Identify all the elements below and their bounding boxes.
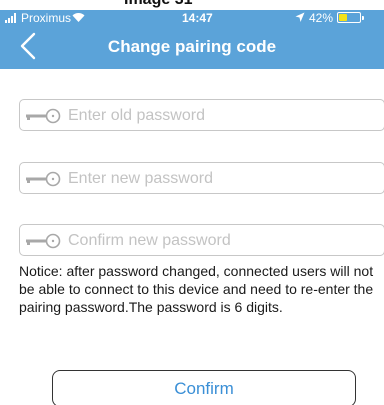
battery-percent: 42% [309, 11, 334, 25]
old-password-field[interactable] [19, 99, 384, 131]
caption-text: Image 31 [124, 0, 192, 9]
key-icon [26, 171, 61, 187]
key-icon [26, 108, 61, 124]
old-password-input[interactable] [68, 104, 368, 128]
new-password-field[interactable] [19, 162, 384, 194]
header: Proximus 14:47 42% Change pairing code [0, 10, 384, 69]
image-caption: Image 31 [0, 0, 384, 10]
carrier-label: Proximus [21, 11, 72, 25]
wifi-icon [72, 13, 85, 22]
status-time: 14:47 [182, 11, 213, 25]
notice-text: Notice: after password changed, connecte… [19, 263, 374, 315]
confirm-button[interactable]: Confirm [52, 370, 356, 405]
new-password-input[interactable] [68, 167, 368, 191]
nav-bar: Change pairing code [0, 26, 384, 69]
confirm-password-field[interactable] [19, 224, 384, 256]
key-icon [26, 233, 61, 249]
battery-icon [337, 12, 364, 23]
status-bar: Proximus 14:47 42% [0, 10, 384, 26]
location-arrow-icon [295, 12, 305, 22]
battery-fill [339, 14, 348, 21]
signal-icon [5, 13, 19, 23]
confirm-password-input[interactable] [68, 229, 368, 253]
page-title: Change pairing code [107, 37, 277, 56]
